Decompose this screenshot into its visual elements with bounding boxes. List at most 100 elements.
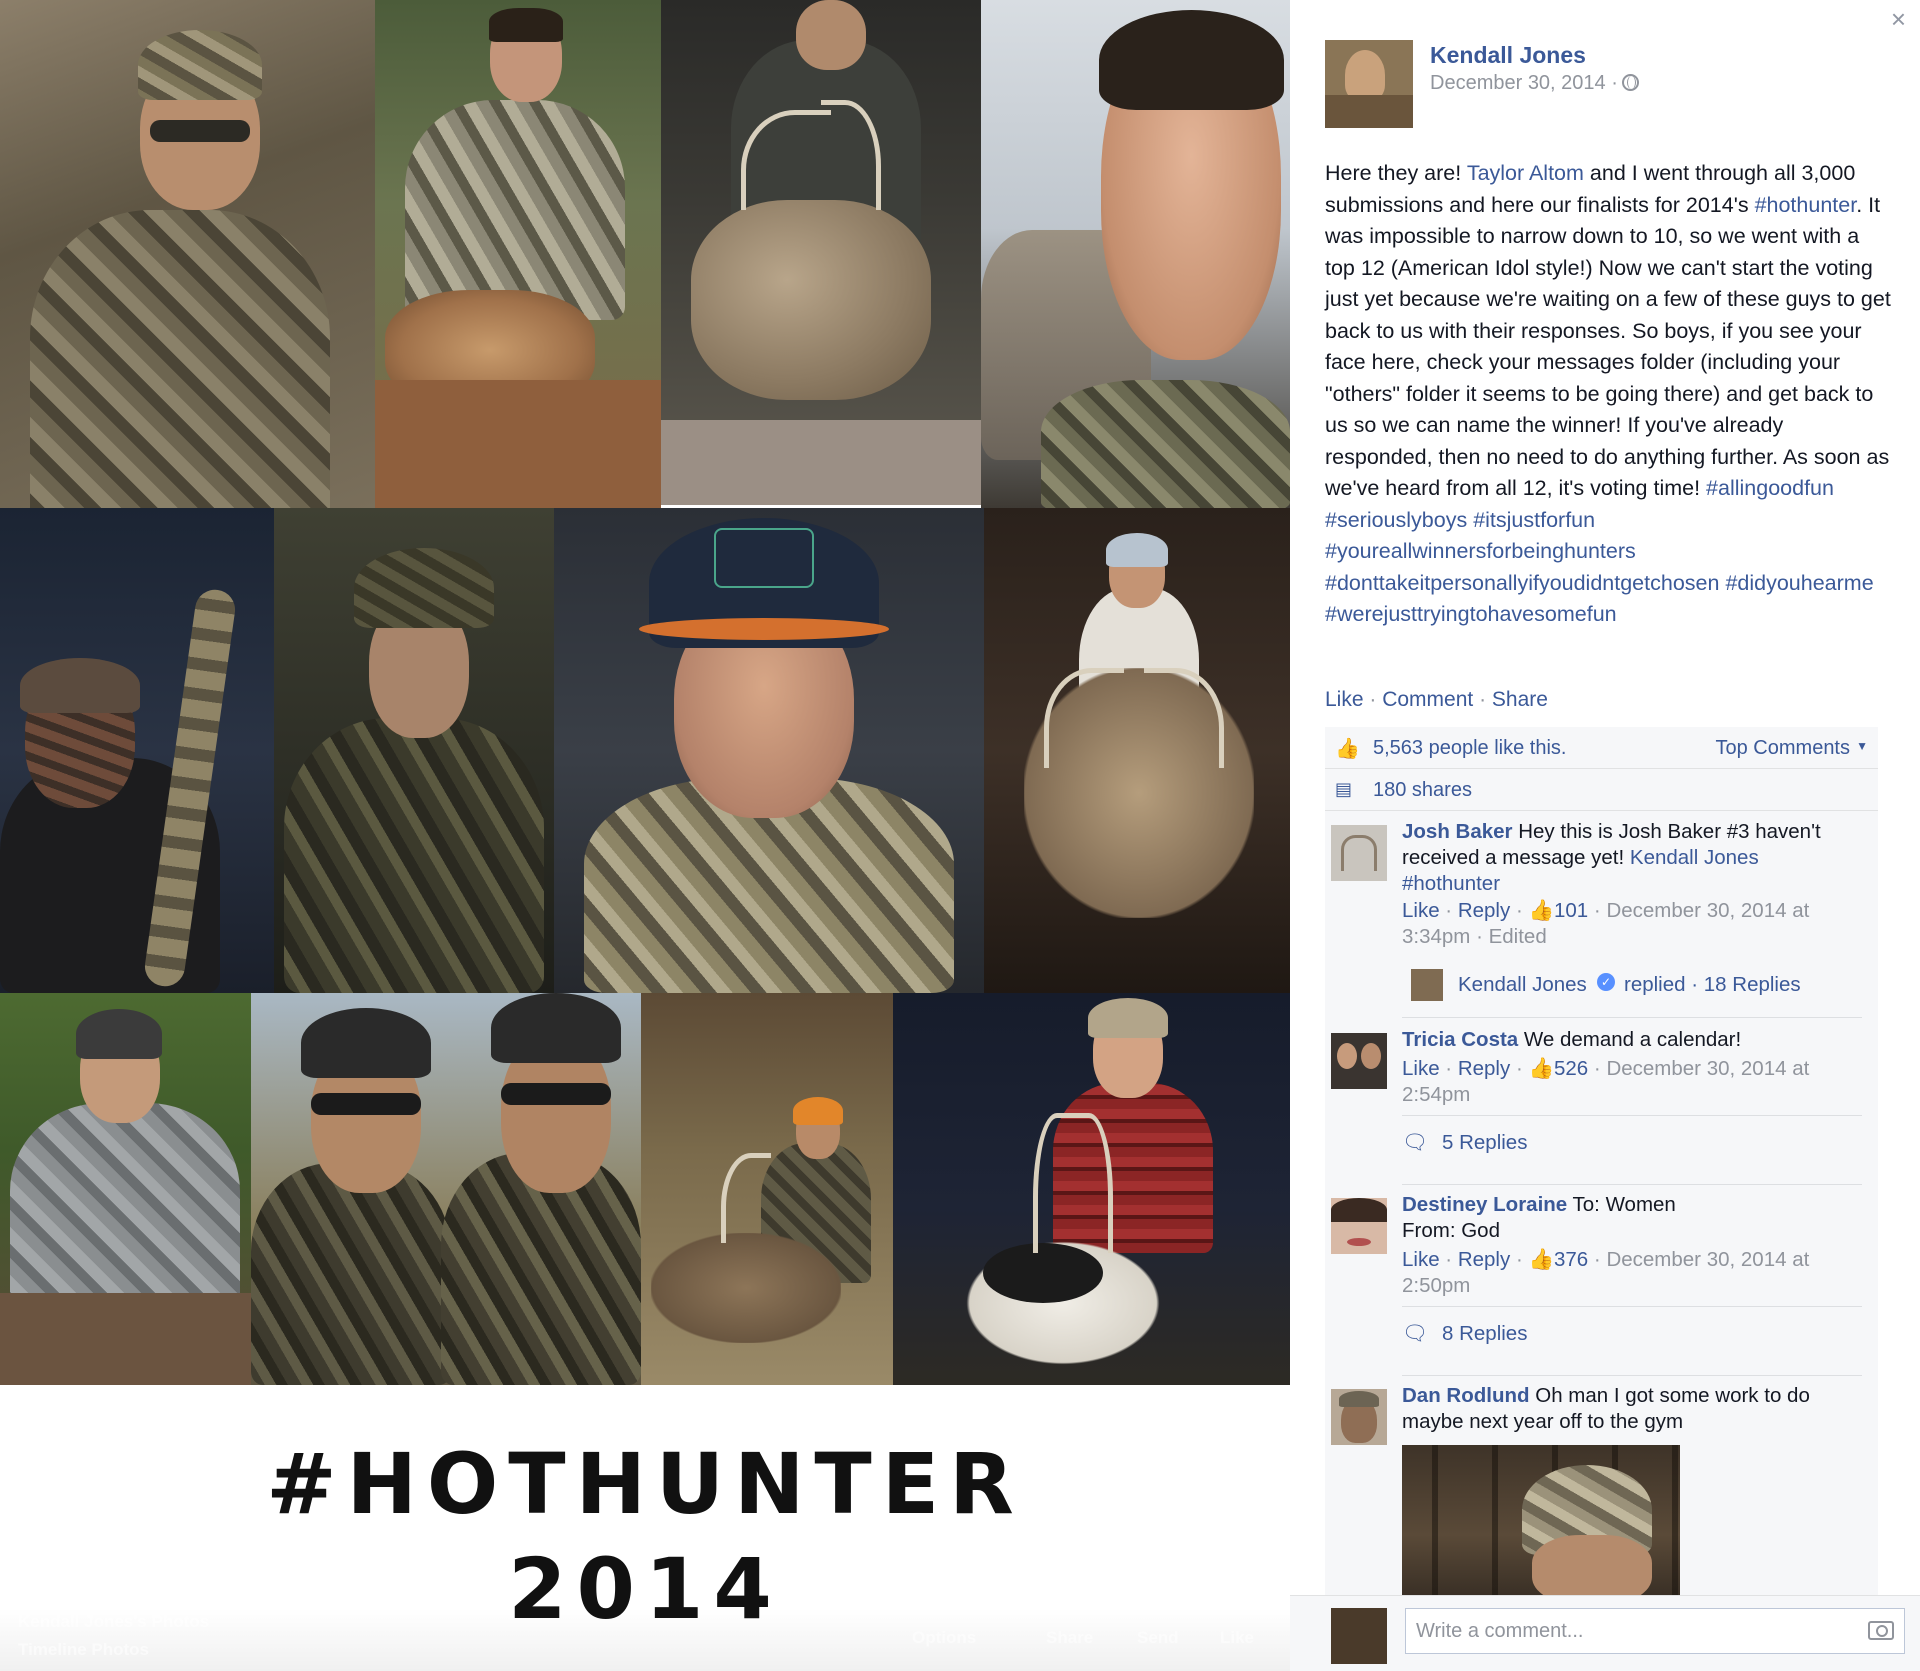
- caption-link[interactable]: #didyouhearme: [1725, 571, 1873, 595]
- edited-label[interactable]: Edited: [1489, 925, 1547, 948]
- comment-body: To: Women: [1567, 1193, 1676, 1216]
- comment-text: Dan Rodlund Oh man I got some work to do…: [1402, 1383, 1862, 1435]
- post-date[interactable]: December 30, 2014 ·: [1430, 72, 1639, 95]
- comment-text: Tricia Costa We demand a calendar!: [1402, 1027, 1862, 1053]
- commenter-avatar[interactable]: [1331, 1389, 1387, 1445]
- comment-body: We demand a calendar!: [1518, 1028, 1742, 1051]
- replies-count[interactable]: 18 Replies: [1704, 973, 1801, 996]
- caption-text: . It was impossible to narrow down to 10…: [1325, 192, 1891, 501]
- comment-like-count[interactable]: 101: [1554, 899, 1588, 922]
- thumbs-up-icon: 👍: [1528, 1248, 1554, 1271]
- comment-like-button[interactable]: Like: [1402, 1248, 1440, 1271]
- poster-title: #HOTHUNTER: [266, 1435, 1024, 1533]
- share-post-button[interactable]: Share: [1492, 688, 1548, 711]
- finalist-photo-2: [375, 0, 661, 508]
- write-comment-bar: [1290, 1595, 1920, 1671]
- shares-count-link[interactable]: 180 shares: [1373, 779, 1472, 802]
- shares-row: ▤ 180 shares: [1325, 769, 1878, 811]
- comment-meta: Like · Reply · 👍526 · December 30, 2014 …: [1402, 1057, 1810, 1106]
- hashtag-link[interactable]: #hothunter: [1402, 872, 1500, 895]
- top-comments-dropdown[interactable]: Top Comments: [1716, 737, 1851, 760]
- photo-viewer[interactable]: #HOTHUNTER 2014 Kendall Jones's Photos T…: [0, 0, 1290, 1671]
- finalist-photo-1: [0, 0, 375, 508]
- commenter-avatar[interactable]: [1331, 825, 1387, 881]
- finalist-photo-8: [984, 508, 1290, 993]
- likes-row: 👍 5,563 people like this. Top Comments ▼: [1325, 727, 1878, 769]
- replied-label[interactable]: replied · 18 Replies: [1624, 973, 1801, 997]
- finalist-photo-7: [554, 508, 984, 993]
- comment-input[interactable]: [1405, 1608, 1905, 1654]
- comments-panel: 👍 5,563 people like this. Top Comments ▼…: [1325, 727, 1878, 1671]
- comment-reply-button[interactable]: Reply: [1458, 899, 1510, 922]
- like-photo-button[interactable]: Like: [1220, 1628, 1254, 1648]
- likes-count-link[interactable]: 5,563 people like this.: [1373, 737, 1566, 760]
- comment-like-count[interactable]: 376: [1554, 1248, 1588, 1271]
- caption-link[interactable]: #seriouslyboys: [1325, 508, 1467, 532]
- comment-author[interactable]: Tricia Costa: [1402, 1028, 1518, 1051]
- comment-post-button[interactable]: Comment: [1382, 688, 1473, 711]
- share-photo-button[interactable]: Share: [1046, 1628, 1093, 1648]
- view-replies-link[interactable]: 🗨 8 Replies: [1402, 1322, 1862, 1346]
- like-post-button[interactable]: Like: [1325, 688, 1364, 711]
- replier-avatar: [1411, 969, 1443, 1001]
- finalist-photo-10: [251, 993, 641, 1385]
- finalist-photo-4: [981, 0, 1290, 508]
- caption-link[interactable]: #itsjustforfun: [1473, 508, 1595, 532]
- comment-reply-button[interactable]: Reply: [1458, 1057, 1510, 1080]
- comment-author[interactable]: Dan Rodlund: [1402, 1384, 1530, 1407]
- comment-author[interactable]: Destiney Loraine: [1402, 1193, 1567, 1216]
- divider: [1402, 1184, 1862, 1185]
- divider: [1402, 1017, 1862, 1018]
- caption-link[interactable]: #hothunter: [1755, 193, 1857, 217]
- commenter-avatar[interactable]: [1331, 1198, 1387, 1254]
- caption-text: Here they are!: [1325, 161, 1467, 185]
- finalist-photo-3: [661, 0, 981, 505]
- replier-name[interactable]: Kendall Jones: [1458, 973, 1587, 997]
- caption-link[interactable]: #allingoodfun: [1706, 476, 1834, 500]
- post-actions: Like · Comment · Share: [1325, 688, 1548, 712]
- comment-like-button[interactable]: Like: [1402, 899, 1440, 922]
- send-button[interactable]: Send: [1137, 1628, 1179, 1648]
- comment-author[interactable]: Josh Baker: [1402, 820, 1513, 843]
- author-avatar[interactable]: [1325, 40, 1413, 128]
- author-name[interactable]: Kendall Jones: [1430, 42, 1586, 69]
- close-icon[interactable]: ×: [1891, 6, 1906, 32]
- finalist-photo-9: [0, 993, 251, 1385]
- caption-link[interactable]: Taylor Altom: [1467, 161, 1584, 185]
- caption-link[interactable]: #youreallwinnersforbeinghunters: [1325, 539, 1636, 563]
- comment-meta: Like · Reply · 👍101 · December 30, 2014 …: [1402, 899, 1810, 948]
- comment-reply-button[interactable]: Reply: [1458, 1248, 1510, 1271]
- reply-bubble-icon: 🗨: [1402, 1322, 1429, 1345]
- finalist-photo-12: [893, 993, 1290, 1385]
- replies-count[interactable]: 8 Replies: [1442, 1322, 1527, 1345]
- post-date-text[interactable]: December 30, 2014 ·: [1430, 72, 1618, 94]
- separator: ·: [1473, 688, 1492, 711]
- comment-text: Josh Baker Hey this is Josh Baker #3 hav…: [1402, 819, 1862, 897]
- comment-photo[interactable]: [1402, 1445, 1680, 1595]
- view-replies-link[interactable]: 🗨 5 Replies: [1402, 1131, 1862, 1155]
- caption-link[interactable]: #werejusttryingtohavesomefun: [1325, 602, 1617, 626]
- finalist-photo-5: [0, 508, 274, 993]
- comment-like-count[interactable]: 526: [1554, 1057, 1588, 1080]
- commenter-avatar[interactable]: [1331, 1033, 1387, 1089]
- thumbs-up-icon: 👍: [1528, 899, 1554, 922]
- chevron-down-icon[interactable]: ▼: [1856, 739, 1868, 753]
- finalist-photo-11: [641, 993, 893, 1385]
- replies-row[interactable]: Kendall Jones ✓ replied · 18 Replies: [1402, 967, 1862, 1007]
- options-button[interactable]: Options: [912, 1628, 976, 1648]
- post-caption: Here they are! Taylor Altom and I went t…: [1325, 158, 1893, 631]
- divider: [1402, 1115, 1862, 1116]
- replies-count[interactable]: 5 Replies: [1442, 1131, 1527, 1154]
- album-sub-link[interactable]: Timeline Photos: [18, 1640, 149, 1660]
- thumbs-up-icon: 👍: [1335, 738, 1360, 760]
- my-avatar[interactable]: [1331, 1608, 1387, 1664]
- caption-link[interactable]: #donttakeitpersonallyifyoudidntgetchosen: [1325, 571, 1719, 595]
- comment-like-button[interactable]: Like: [1402, 1057, 1440, 1080]
- separator: ·: [1363, 688, 1383, 711]
- album-name-link[interactable]: Kendall Jones's Photos: [18, 1612, 209, 1632]
- camera-icon[interactable]: [1868, 1621, 1894, 1640]
- comment-text: Destiney Loraine To: Women From: God: [1402, 1192, 1862, 1244]
- divider: [1402, 1375, 1862, 1376]
- replied-text[interactable]: replied: [1624, 973, 1686, 996]
- mention-link[interactable]: Kendall Jones: [1630, 846, 1759, 869]
